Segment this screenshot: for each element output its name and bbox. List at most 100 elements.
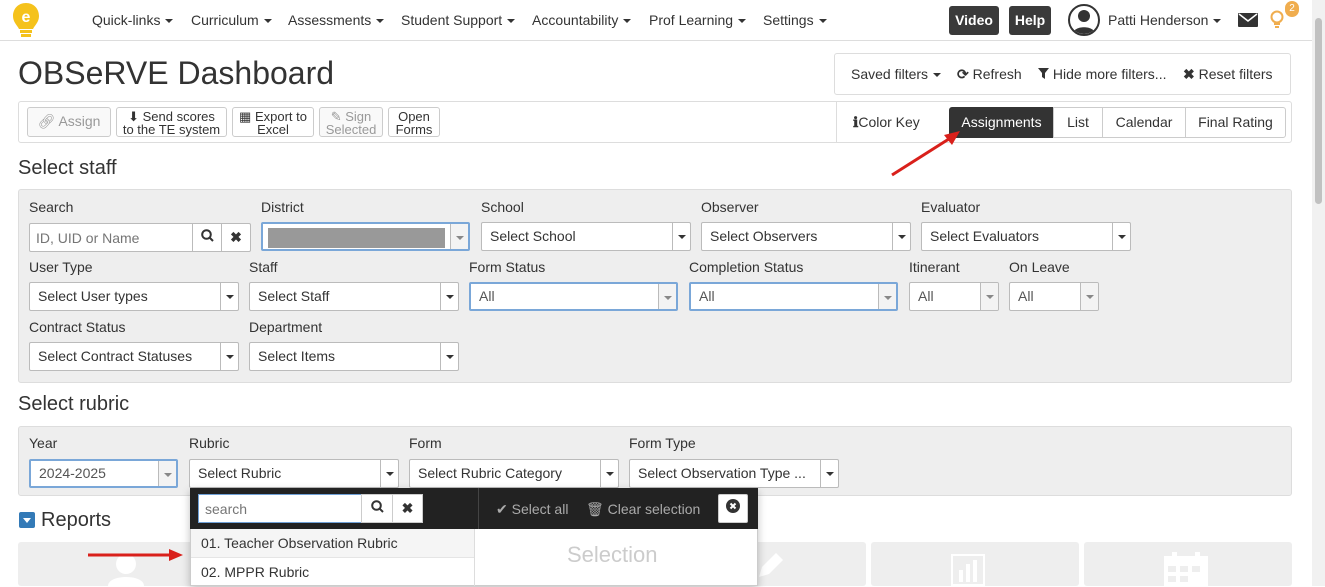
hide-filters-button[interactable]: Hide more filters... (1038, 66, 1166, 82)
search-label: Search (29, 199, 74, 215)
search-icon (200, 229, 214, 242)
nav-accountability[interactable]: Accountability (532, 12, 632, 28)
close-icon: ✖ (401, 500, 414, 516)
close-icon: ✖ (1183, 66, 1195, 82)
edit-icon (759, 553, 783, 577)
check-icon: ✔ (496, 501, 508, 517)
user-type-label: User Type (29, 259, 93, 275)
year-select[interactable]: 2024-2025 (29, 459, 178, 488)
tab-calendar[interactable]: Calendar (1102, 107, 1186, 138)
send-scores-button[interactable]: ⬇ Send scores to the TE system (116, 107, 227, 137)
dropdown-clear-search-button[interactable]: ✖ (392, 494, 423, 523)
form-type-label: Form Type (629, 435, 696, 451)
reports-heading: Reports (41, 509, 112, 531)
list-item[interactable]: 02. MPPR Rubric (191, 558, 474, 587)
staff-label: Staff (249, 259, 278, 275)
user-type-select[interactable]: Select User types (29, 282, 239, 311)
calendar-icon (1164, 552, 1208, 586)
tab-list[interactable]: List (1053, 107, 1103, 138)
department-label: Department (249, 319, 323, 335)
rubric-label: Rubric (189, 435, 230, 451)
avatar[interactable] (1068, 4, 1100, 36)
reset-filters-button[interactable]: ✖ Reset filters (1183, 66, 1273, 83)
close-circle-icon (726, 499, 740, 513)
nav-settings[interactable]: Settings (763, 12, 827, 28)
clear-search-button[interactable]: ✖ (221, 223, 251, 252)
nav-student-support[interactable]: Student Support (401, 12, 516, 28)
user-icon (1073, 10, 1095, 34)
rubric-select[interactable]: Select Rubric (189, 459, 399, 488)
on-leave-label: On Leave (1009, 259, 1070, 275)
user-menu[interactable]: Patti Henderson (1108, 12, 1222, 28)
toolbar-divider (836, 102, 837, 142)
nav-prof-learning[interactable]: Prof Learning (649, 12, 747, 28)
completion-status-select[interactable]: All (689, 282, 898, 311)
nav-assessments[interactable]: Assessments (288, 12, 385, 28)
selection-panel-title: Selection (567, 542, 658, 567)
form-status-select[interactable]: All (469, 282, 678, 311)
school-select[interactable]: Select School (481, 222, 691, 251)
close-icon: ✖ (230, 229, 242, 245)
search-button[interactable] (192, 223, 222, 252)
saved-filters-dropdown[interactable]: Saved filters (851, 66, 942, 82)
filter-icon (1038, 66, 1049, 82)
observer-select[interactable]: Select Observers (701, 222, 911, 251)
svg-text:e: e (22, 9, 31, 26)
refresh-icon: ⟳ (957, 66, 969, 82)
select-rubric-heading: Select rubric (18, 393, 130, 415)
export-excel-button[interactable]: ▦ Export to Excel (232, 107, 314, 137)
open-forms-button[interactable]: Open Forms (388, 107, 440, 137)
form-type-select[interactable]: Select Observation Type ... (629, 459, 839, 488)
table-icon: ▦ (239, 109, 252, 124)
trash-icon: 🗑︎ (586, 501, 604, 517)
link-icon: 🔗︎ (37, 113, 56, 129)
district-redacted-value (268, 228, 445, 248)
staff-search-input[interactable] (29, 223, 193, 252)
clear-selection-button[interactable]: 🗑︎ Clear selection (586, 501, 700, 518)
scrollbar-thumb[interactable] (1315, 18, 1322, 204)
itinerant-label: Itinerant (909, 259, 960, 275)
mail-icon[interactable] (1238, 13, 1258, 30)
contract-status-select[interactable]: Select Contract Statuses (29, 342, 239, 371)
itinerant-select[interactable]: All (909, 282, 999, 311)
form-status-label: Form Status (469, 259, 546, 275)
sign-selected-button[interactable]: ✎ Sign Selected (319, 107, 383, 137)
staff-select[interactable]: Select Staff (249, 282, 459, 311)
help-button[interactable]: Help (1009, 6, 1051, 35)
select-all-button[interactable]: ✔ Select all (496, 501, 568, 518)
lightbulb-icon[interactable] (1270, 10, 1284, 33)
report-card[interactable] (871, 542, 1079, 586)
list-item[interactable]: 01. Teacher Observation Rubric (191, 529, 474, 558)
annotation-arrow-icon (891, 131, 960, 177)
video-button[interactable]: Video (949, 6, 999, 35)
page-title: OBSeRVE Dashboard (18, 55, 335, 91)
district-label: District (261, 199, 304, 215)
nav-quick-links[interactable]: Quick-links (92, 12, 174, 28)
report-card[interactable] (1084, 542, 1292, 586)
department-select[interactable]: Select Items (249, 342, 459, 371)
observer-label: Observer (701, 199, 759, 215)
nav-curriculum[interactable]: Curriculum (191, 12, 272, 28)
reports-collapse-toggle[interactable] (19, 512, 35, 528)
annotation-arrow-icon (88, 549, 183, 561)
notification-badge: 2 (1285, 1, 1299, 17)
on-leave-select[interactable]: All (1009, 282, 1099, 311)
dropdown-close-button[interactable] (718, 494, 748, 523)
bar-chart-icon (951, 554, 985, 586)
dropdown-search-button[interactable] (361, 494, 393, 523)
dropdown-header-divider (478, 488, 479, 529)
dropdown-search-input[interactable] (198, 494, 362, 523)
tab-final-rating[interactable]: Final Rating (1185, 107, 1286, 138)
assign-button[interactable]: 🔗︎ Assign (27, 107, 111, 137)
completion-status-label: Completion Status (689, 259, 804, 275)
select-staff-heading: Select staff (18, 157, 117, 179)
form-label: Form (409, 435, 442, 451)
refresh-button[interactable]: ⟳ Refresh (957, 66, 1022, 83)
evaluator-select[interactable]: Select Evaluators (921, 222, 1131, 251)
app-logo-icon[interactable]: e (12, 2, 40, 37)
form-select[interactable]: Select Rubric Category (409, 459, 619, 488)
contract-status-label: Contract Status (29, 319, 126, 335)
year-label: Year (29, 435, 58, 451)
school-label: School (481, 199, 524, 215)
search-icon (370, 500, 384, 513)
